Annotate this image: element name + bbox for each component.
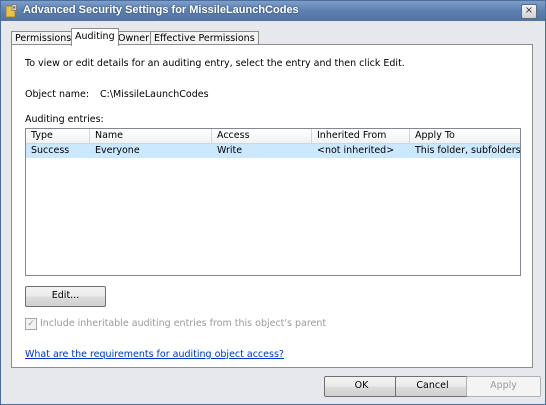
auditing-panel: To view or edit details for an auditing … xyxy=(11,44,533,368)
column-header-name[interactable]: Name xyxy=(90,129,212,143)
cell-inherited-from: <not inherited> xyxy=(317,145,395,156)
cell-apply-to: This folder, subfolders ... xyxy=(415,145,520,156)
auditing-entries-list[interactable]: Type Name Access Inherited From Apply To… xyxy=(25,128,521,276)
check-icon: ✓ xyxy=(27,319,35,329)
tab-permissions[interactable]: Permissions xyxy=(11,31,76,45)
title-bar: Advanced Security Settings for MissileLa… xyxy=(1,1,545,21)
table-row[interactable]: Success Everyone Write <not inherited> T… xyxy=(26,144,520,158)
tab-effective-permissions[interactable]: Effective Permissions xyxy=(150,31,259,45)
close-button[interactable]: × xyxy=(521,4,537,19)
ok-button[interactable]: OK xyxy=(324,376,399,397)
tab-owner[interactable]: Owner xyxy=(114,31,154,45)
object-name-value: C:\MissileLaunchCodes xyxy=(100,89,209,100)
edit-button[interactable]: Edit... xyxy=(25,286,106,307)
auditing-requirements-link[interactable]: What are the requirements for auditing o… xyxy=(25,349,284,360)
instructions-text: To view or edit details for an auditing … xyxy=(25,58,405,69)
include-inheritable-label: Include inheritable auditing entries fro… xyxy=(40,318,327,329)
cell-access: Write xyxy=(217,145,243,156)
object-name-label: Object name: xyxy=(25,89,90,100)
cell-name: Everyone xyxy=(95,145,140,156)
cancel-button[interactable]: Cancel xyxy=(395,376,470,397)
include-inheritable-checkbox[interactable]: ✓ xyxy=(25,318,37,330)
cell-type: Success xyxy=(31,145,70,156)
apply-button[interactable]: Apply xyxy=(466,376,541,397)
advanced-security-settings-dialog: Advanced Security Settings for MissileLa… xyxy=(0,0,546,405)
list-header: Type Name Access Inherited From Apply To xyxy=(26,129,520,144)
tab-auditing[interactable]: Auditing xyxy=(71,28,119,46)
column-header-type[interactable]: Type xyxy=(26,129,90,143)
auditing-entries-label: Auditing entries: xyxy=(25,114,104,125)
column-header-apply-to[interactable]: Apply To xyxy=(410,129,520,143)
window-title: Advanced Security Settings for MissileLa… xyxy=(23,4,299,16)
close-icon: × xyxy=(524,5,534,16)
column-header-inherited-from[interactable]: Inherited From xyxy=(312,129,410,143)
folder-lock-icon xyxy=(6,4,17,18)
column-header-access[interactable]: Access xyxy=(212,129,312,143)
